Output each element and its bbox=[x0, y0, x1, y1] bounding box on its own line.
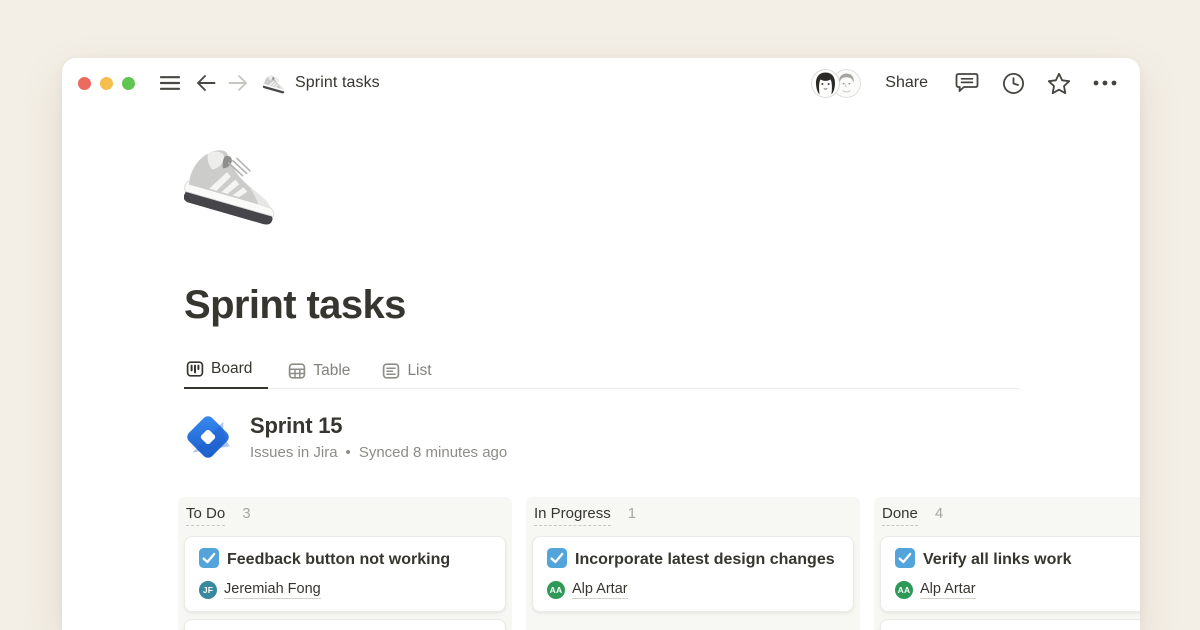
card-title-row: Verify all links work bbox=[895, 547, 1140, 573]
collection-sync-status: Synced 8 minutes ago bbox=[359, 444, 507, 461]
board-view-icon bbox=[186, 360, 204, 378]
window-topbar: Sprint tasks Share bbox=[62, 58, 1140, 108]
updates-clock-icon[interactable] bbox=[1000, 70, 1026, 96]
column-header: In Progress 1 bbox=[534, 505, 852, 526]
assignee-avatar: JF bbox=[199, 581, 217, 599]
sneaker-icon bbox=[263, 72, 287, 94]
board-card-partial[interactable] bbox=[880, 619, 1140, 630]
jira-logo-icon bbox=[184, 413, 232, 461]
list-view-icon bbox=[382, 362, 400, 380]
more-ellipsis-icon[interactable] bbox=[1092, 70, 1118, 96]
board-card[interactable]: Feedback button not working JF Jeremiah … bbox=[184, 536, 506, 612]
collaborator-avatars[interactable] bbox=[811, 69, 861, 98]
column-count: 4 bbox=[935, 505, 943, 522]
page-title[interactable]: Sprint tasks bbox=[184, 283, 1140, 328]
window-controls bbox=[78, 77, 135, 90]
column-name[interactable]: Done bbox=[882, 505, 918, 526]
share-button[interactable]: Share bbox=[885, 74, 928, 92]
assignee-avatar: AA bbox=[547, 581, 565, 599]
app-window: Sprint tasks Share bbox=[62, 58, 1140, 630]
minimize-window-button[interactable] bbox=[100, 77, 113, 90]
favorite-star-icon[interactable] bbox=[1046, 70, 1072, 96]
view-tabs: Board Table List bbox=[184, 356, 1020, 389]
board-card[interactable]: Verify all links work AA Alp Artar bbox=[880, 536, 1140, 612]
card-title: Feedback button not working bbox=[227, 551, 450, 568]
collection-subtitle: Issues in Jira • Synced 8 minutes ago bbox=[250, 444, 507, 461]
menu-icon[interactable] bbox=[157, 70, 183, 96]
kanban-board: To Do 3 Feedback button not working JF J… bbox=[178, 497, 1140, 630]
checkbox-checked-icon[interactable] bbox=[547, 548, 567, 568]
close-window-button[interactable] bbox=[78, 77, 91, 90]
card-title: Verify all links work bbox=[923, 551, 1072, 568]
board-card[interactable]: Incorporate latest design changes AA Alp… bbox=[532, 536, 854, 612]
card-title: Incorporate latest design changes bbox=[575, 551, 835, 568]
card-assignee[interactable]: AA Alp Artar bbox=[895, 581, 1140, 599]
subtitle-separator: • bbox=[346, 444, 351, 461]
zoom-window-button[interactable] bbox=[122, 77, 135, 90]
tab-table-label: Table bbox=[313, 362, 350, 380]
card-title-row: Incorporate latest design changes bbox=[547, 547, 839, 573]
page-content: Sprint tasks Board Table List Spri bbox=[62, 108, 1140, 630]
tab-list[interactable]: List bbox=[380, 358, 443, 389]
board-column-done: Done 4 Verify all links work AA Alp Arta… bbox=[874, 497, 1140, 630]
card-title-row: Feedback button not working bbox=[199, 547, 491, 573]
assignee-name[interactable]: Jeremiah Fong bbox=[224, 581, 321, 599]
tab-board[interactable]: Board bbox=[184, 356, 268, 389]
avatar-woman bbox=[811, 69, 840, 98]
page-sneaker-icon[interactable] bbox=[184, 130, 284, 232]
forward-arrow-icon[interactable] bbox=[225, 70, 251, 96]
collection-source[interactable]: Issues in Jira bbox=[250, 444, 338, 461]
card-assignee[interactable]: JF Jeremiah Fong bbox=[199, 581, 491, 599]
tab-list-label: List bbox=[407, 362, 431, 380]
checkbox-checked-icon[interactable] bbox=[199, 548, 219, 568]
column-name[interactable]: In Progress bbox=[534, 505, 611, 526]
tab-table[interactable]: Table bbox=[286, 358, 362, 389]
board-card-partial[interactable] bbox=[184, 619, 506, 630]
board-column-todo: To Do 3 Feedback button not working JF J… bbox=[178, 497, 512, 630]
column-count: 1 bbox=[628, 505, 636, 522]
linked-collection-header: Sprint 15 Issues in Jira • Synced 8 minu… bbox=[184, 413, 1140, 461]
column-count: 3 bbox=[242, 505, 250, 522]
column-name[interactable]: To Do bbox=[186, 505, 225, 526]
table-view-icon bbox=[288, 362, 306, 380]
back-arrow-icon[interactable] bbox=[193, 70, 219, 96]
breadcrumb-page-title[interactable]: Sprint tasks bbox=[295, 74, 380, 92]
column-header: Done 4 bbox=[882, 505, 1140, 526]
collection-title[interactable]: Sprint 15 bbox=[250, 413, 507, 439]
checkbox-checked-icon[interactable] bbox=[895, 548, 915, 568]
board-column-in-progress: In Progress 1 Incorporate latest design … bbox=[526, 497, 860, 630]
assignee-name[interactable]: Alp Artar bbox=[572, 581, 628, 599]
assignee-avatar: AA bbox=[895, 581, 913, 599]
assignee-name[interactable]: Alp Artar bbox=[920, 581, 976, 599]
column-header: To Do 3 bbox=[186, 505, 504, 526]
card-assignee[interactable]: AA Alp Artar bbox=[547, 581, 839, 599]
comments-icon[interactable] bbox=[954, 70, 980, 96]
tab-board-label: Board bbox=[211, 360, 252, 378]
